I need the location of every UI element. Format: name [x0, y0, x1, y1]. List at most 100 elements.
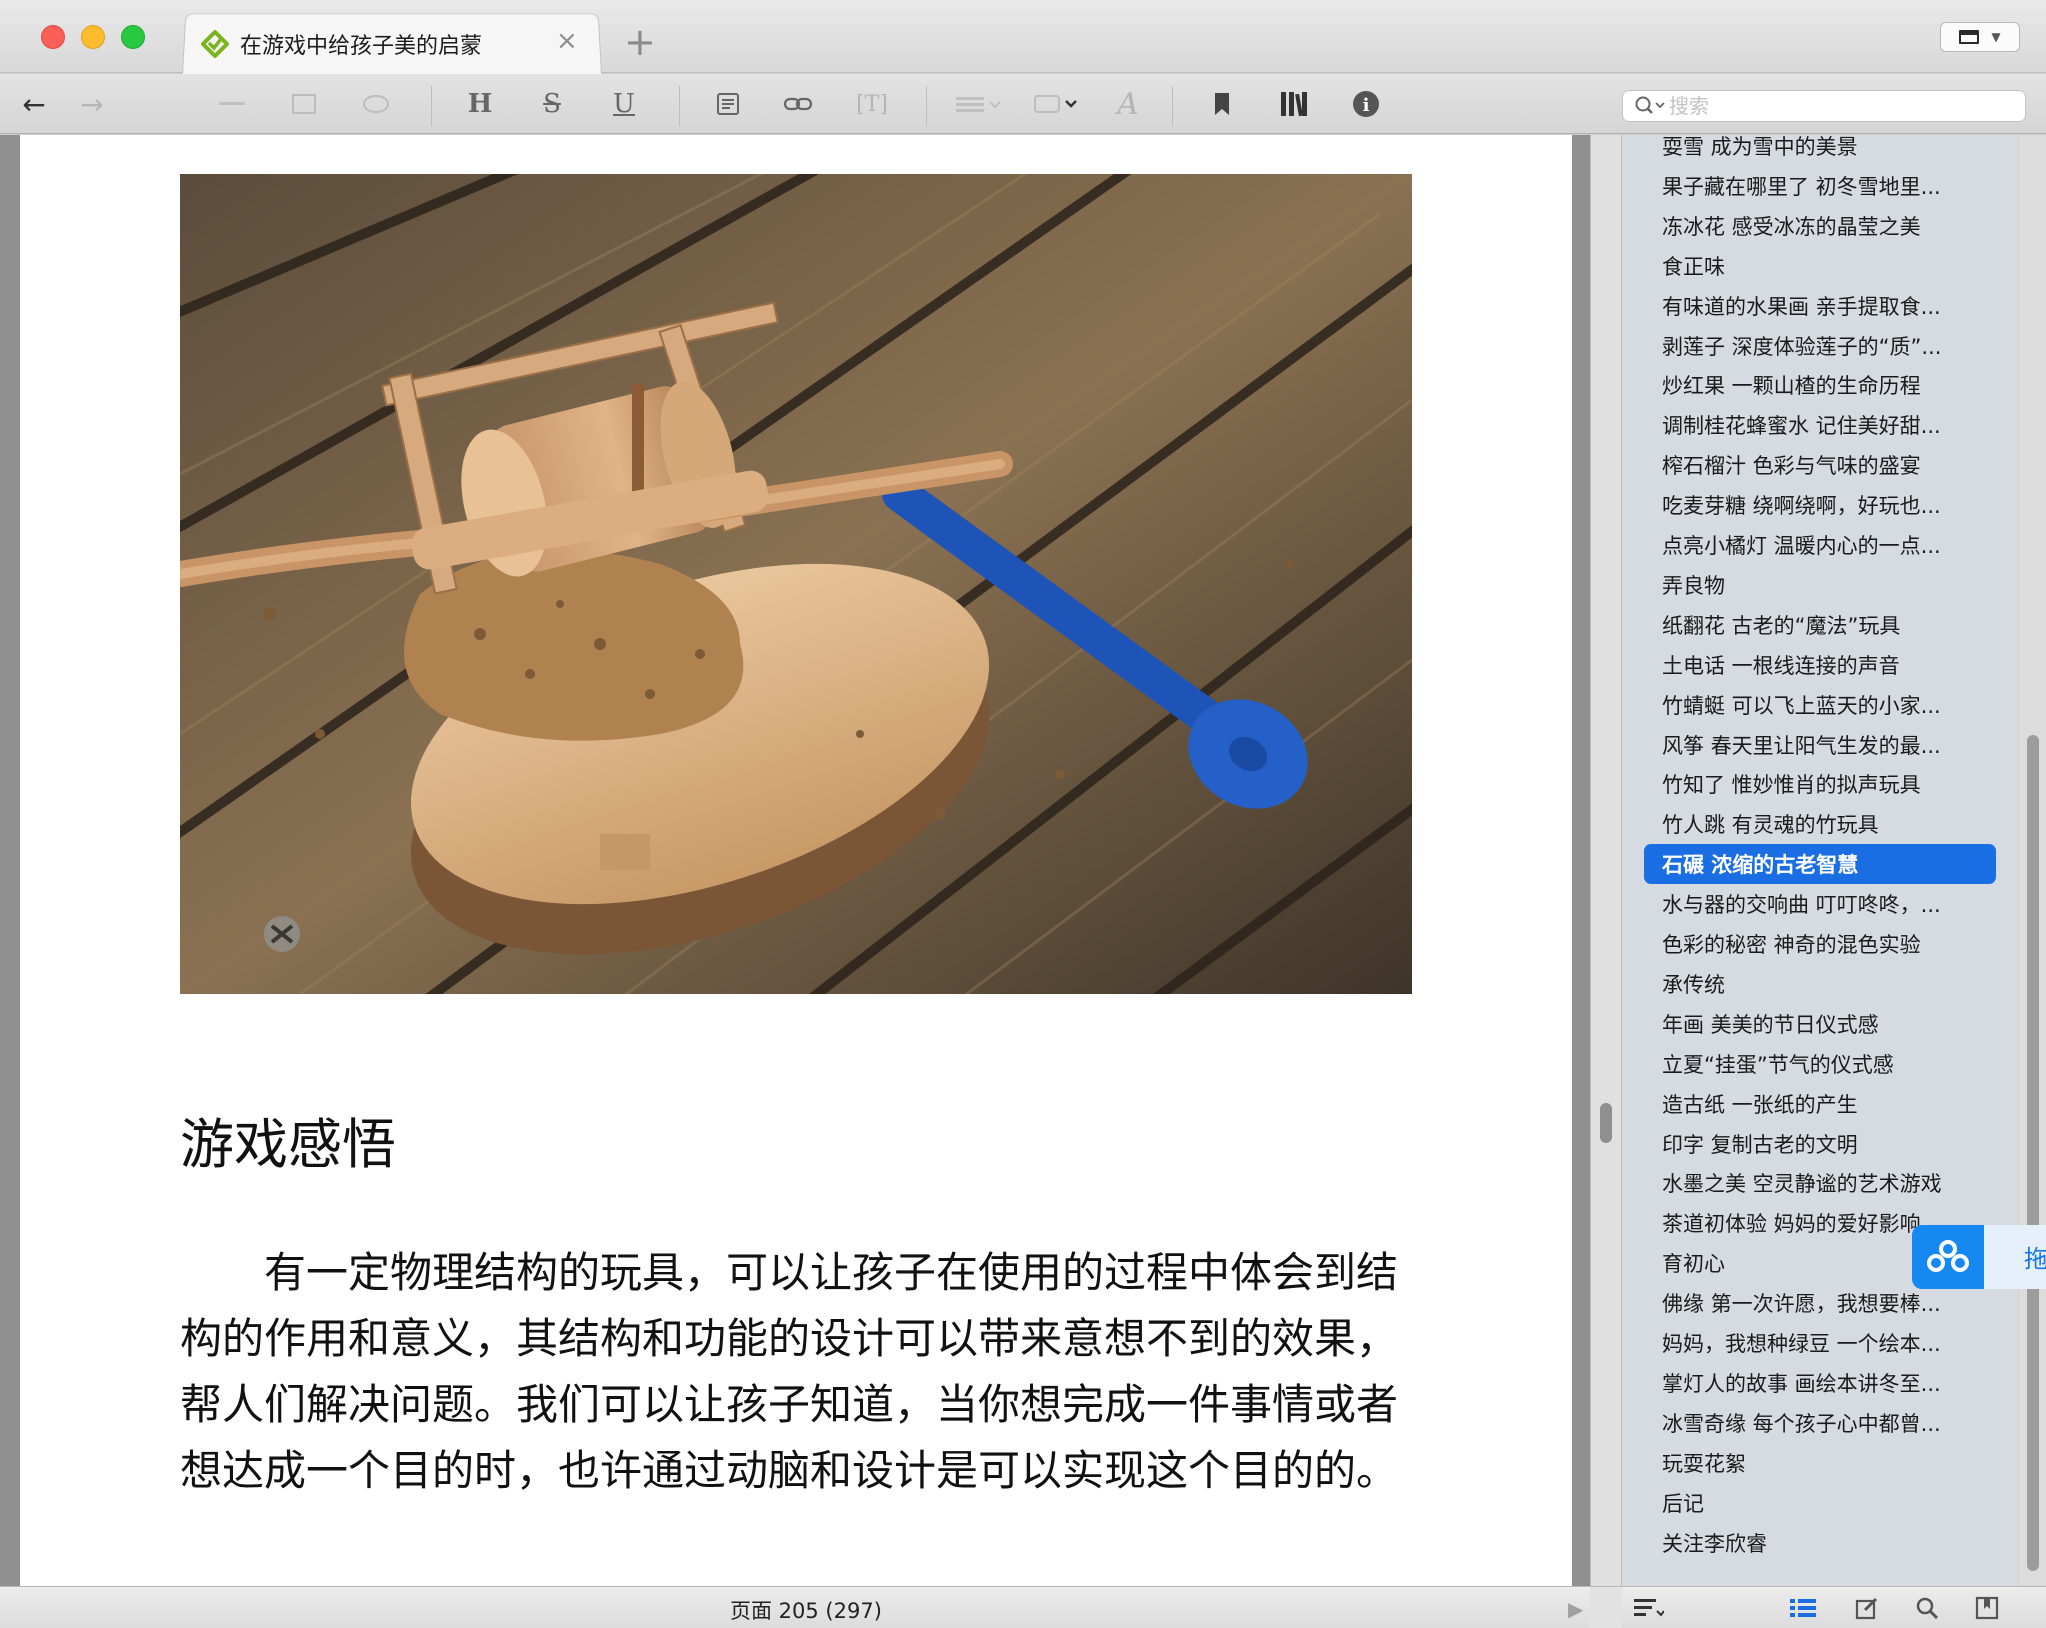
note-button[interactable]: [708, 86, 748, 122]
line-style-menu[interactable]: [954, 86, 1004, 122]
toc-item[interactable]: 冻冰花 感受冰冻的晶莹之美: [1644, 206, 1996, 246]
toc-item[interactable]: 关注李欣睿: [1644, 1523, 1996, 1563]
rectangle-icon: [292, 94, 316, 114]
library-button[interactable]: [1274, 86, 1314, 122]
search-box[interactable]: [1622, 90, 2026, 122]
window-layout-menu[interactable]: ▼: [1940, 22, 2020, 52]
toc-item[interactable]: 掌灯人的故事 画绘本讲冬至...: [1644, 1363, 1996, 1403]
section-body: 有一定物理结构的玩具，可以让孩子在使用的过程中体会到结构的作用和意义，其结构和功…: [180, 1240, 1420, 1504]
bookmark-icon: [1215, 93, 1229, 115]
ellipse-tool-button[interactable]: [356, 86, 396, 122]
chevron-down-icon: ▼: [1991, 30, 2001, 44]
line-style-icon: [956, 97, 1001, 112]
toc-item[interactable]: 立夏“挂蛋”节气的仪式感: [1644, 1044, 1996, 1084]
zoom-window-button[interactable]: [121, 25, 145, 49]
tab-close-icon[interactable]: ×: [556, 26, 578, 56]
ebook-app-icon: [200, 29, 230, 59]
rectangle-tool-button[interactable]: [284, 86, 324, 122]
toc-item[interactable]: 土电话 一根线连接的声音: [1644, 645, 1996, 685]
svg-text:i: i: [1363, 95, 1370, 116]
info-button[interactable]: i: [1346, 86, 1386, 122]
toc-item[interactable]: 有味道的水果画 亲手提取食...: [1644, 286, 1996, 326]
search-icon: [1635, 94, 1669, 118]
toc-item[interactable]: 水与器的交响曲 叮叮咚咚，...: [1644, 884, 1996, 924]
title-bar: 在游戏中给孩子美的启蒙 × + ▼: [0, 0, 2046, 74]
toc-item[interactable]: 年画 美美的节日仪式感: [1644, 1004, 1996, 1044]
stone-mill-photo: [180, 174, 1412, 994]
toc-item[interactable]: 炒红果 一颗山楂的生命历程: [1644, 365, 1996, 405]
bookmark-button[interactable]: [1202, 86, 1242, 122]
toolbar-divider: [679, 86, 680, 126]
annotations-icon[interactable]: [1852, 1593, 1882, 1623]
toc-view-icon[interactable]: [1788, 1593, 1818, 1623]
forward-button[interactable]: →: [72, 86, 112, 122]
highlight-button[interactable]: H: [460, 86, 500, 122]
toc-item[interactable]: 佛缘 第一次许愿，我想要棒...: [1644, 1283, 1996, 1323]
bookmarks-list-icon[interactable]: [1972, 1593, 2002, 1623]
toolbar: ← → H S U [T] A i: [0, 74, 2046, 134]
toc-item[interactable]: 剥莲子 深度体验莲子的“质”...: [1644, 326, 1996, 366]
toc-item[interactable]: 纸翻花 古老的“魔法”玩具: [1644, 605, 1996, 645]
toc-scrollbar[interactable]: [2018, 135, 2046, 1586]
library-icon: [1281, 92, 1307, 117]
toc-item[interactable]: 耍雪 成为雪中的美景: [1644, 135, 1996, 166]
toc-item[interactable]: 造古纸 一张纸的产生: [1644, 1084, 1996, 1124]
search-input[interactable]: [1669, 94, 2009, 118]
document-tab-content[interactable]: 在游戏中给孩子美的启蒙: [200, 24, 482, 64]
sort-list-icon[interactable]: [1634, 1593, 1664, 1623]
toc-item[interactable]: 点亮小橘灯 温暖内心的一点...: [1644, 525, 1996, 565]
toc-item[interactable]: 果子藏在哪里了 初冬雪地里...: [1644, 166, 1996, 206]
toc-item[interactable]: 食正味: [1644, 246, 1996, 286]
toc-item[interactable]: 印字 复制古老的文明: [1644, 1124, 1996, 1164]
shape-style-menu[interactable]: [1032, 86, 1082, 122]
toc-item[interactable]: 榨石榴汁 色彩与气味的盛宴: [1644, 445, 1996, 485]
toc-item[interactable]: 冰雪奇缘 每个孩子心中都曾...: [1644, 1403, 1996, 1443]
toc-item[interactable]: 妈妈，我想种绿豆 一个绘本...: [1644, 1323, 1996, 1363]
strikethrough-button[interactable]: S: [532, 86, 572, 122]
toc-item[interactable]: 玩耍花絮: [1644, 1443, 1996, 1483]
play-icon[interactable]: ▶: [1568, 1597, 1583, 1621]
close-window-button[interactable]: [41, 25, 65, 49]
toc-item[interactable]: 竹人跳 有灵魂的竹玩具: [1644, 804, 1996, 844]
toc-item[interactable]: 水墨之美 空灵静谧的艺术游戏: [1644, 1163, 1996, 1203]
back-button[interactable]: ←: [14, 86, 54, 122]
ellipse-icon: [363, 95, 389, 113]
page-indicator: 页面 205 (297): [730, 1599, 882, 1623]
toolbar-divider: [431, 86, 432, 126]
toc-item[interactable]: 后记: [1644, 1483, 1996, 1523]
toc-scrollbar-thumb[interactable]: [2027, 735, 2039, 1571]
cloud-share-icon: [1912, 1225, 1984, 1289]
text-box-button[interactable]: [T]: [852, 86, 892, 122]
font-button[interactable]: A: [1108, 86, 1148, 122]
toc-item[interactable]: 色彩的秘密 神奇的混色实验: [1644, 924, 1996, 964]
splitter-footer: [1590, 1586, 1622, 1628]
minimize-window-button[interactable]: [81, 25, 105, 49]
splitter-handle[interactable]: [1600, 1103, 1612, 1143]
document-page: 游戏感悟 有一定物理结构的玩具，可以让孩子在使用的过程中体会到结构的作用和意义，…: [20, 135, 1572, 1586]
new-tab-button[interactable]: +: [624, 22, 656, 62]
toc-item[interactable]: 吃麦芽糖 绕啊绕啊，好玩也...: [1644, 485, 1996, 525]
toc-item[interactable]: 弄良物: [1644, 565, 1996, 605]
info-icon: i: [1353, 91, 1379, 117]
link-button[interactable]: [778, 86, 818, 122]
toc-item[interactable]: 竹知了 惟妙惟肖的拟声玩具: [1644, 764, 1996, 804]
toc-item-selected[interactable]: 石碾 浓缩的古老智慧: [1644, 844, 1996, 885]
tab-title: 在游戏中给孩子美的启蒙: [240, 34, 483, 59]
toc-item[interactable]: 承传统: [1644, 964, 1996, 1004]
shape-style-icon: [1034, 95, 1077, 113]
toc-sidebar: 耍雪 成为雪中的美景 果子藏在哪里了 初冬雪地里... 冻冰花 感受冰冻的晶莹之美食…: [1622, 135, 2046, 1586]
toc-item[interactable]: 风筝 春天里让阳气生发的最...: [1644, 725, 1996, 765]
status-bar: 页面 205 (297) ▶: [0, 1586, 1590, 1628]
body-paragraph: 有一定物理结构的玩具，可以让孩子在使用的过程中体会到结构的作用和意义，其结构和功…: [180, 1248, 1399, 1495]
toc-item[interactable]: 调制桂花蜂蜜水 记住美好甜...: [1644, 405, 1996, 445]
search-results-icon[interactable]: [1912, 1593, 1942, 1623]
line-icon: [219, 102, 245, 105]
note-icon: [717, 93, 739, 115]
underline-button[interactable]: U: [604, 86, 644, 122]
floating-button-label: 拖: [2024, 1245, 2046, 1273]
line-tool-button[interactable]: [212, 86, 252, 122]
floating-drag-button[interactable]: 拖: [1912, 1225, 2046, 1289]
pane-splitter[interactable]: [1590, 135, 1622, 1586]
toc-item[interactable]: 竹蜻蜓 可以飞上蓝天的小家...: [1644, 685, 1996, 725]
toolbar-divider: [926, 86, 927, 126]
